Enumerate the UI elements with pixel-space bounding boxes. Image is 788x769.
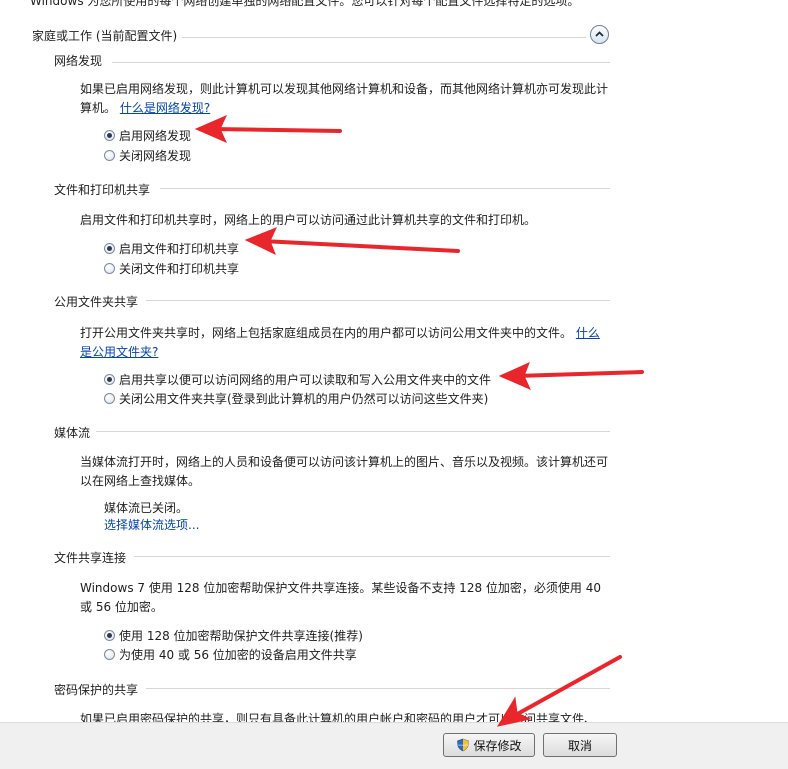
section-title-network-discovery: 网络发现: [54, 54, 103, 68]
radio-128-bit-encryption[interactable]: 使用 128 位加密帮助保护文件共享连接(推荐): [104, 627, 363, 644]
radio-label: 启用共享以便可以访问网络的用户可以读取和写入公用文件夹中的文件: [119, 373, 492, 387]
file-sharing-connections-description: Windows 7 使用 128 位加密帮助保护文件共享连接。某些设备不支持 1…: [80, 581, 601, 614]
radio-unselected-icon[interactable]: [104, 393, 115, 404]
section-title-public-folder-sharing: 公用文件夹共享: [54, 295, 139, 309]
annotation-arrow-public-folder-sharing: [498, 362, 644, 390]
radio-network-discovery-on[interactable]: 启用网络发现: [104, 127, 191, 144]
footer-bar: [0, 722, 788, 769]
section-title-file-printer-sharing: 文件和打印机共享: [54, 183, 151, 197]
radio-public-folder-sharing-on[interactable]: 启用共享以便可以访问网络的用户可以读取和写入公用文件夹中的文件: [104, 371, 491, 388]
section-divider: [146, 688, 610, 689]
annotation-arrow-network-discovery: [194, 115, 342, 143]
section-title-media-streaming: 媒体流: [54, 426, 91, 440]
description-text: 打开公用文件夹共享时，网络上包括家庭组成员在内的用户都可以访问公用文件夹中的文件…: [80, 326, 573, 340]
cancel-button[interactable]: 取消: [543, 733, 617, 757]
section-divider: [96, 431, 610, 432]
radio-40-56-bit-encryption[interactable]: 为使用 40 或 56 位加密的设备启用文件共享: [104, 646, 357, 663]
radio-label: 使用 128 位加密帮助保护文件共享连接(推荐): [119, 629, 363, 643]
cancel-label: 取消: [567, 738, 592, 753]
radio-file-printer-sharing-on[interactable]: 启用文件和打印机共享: [104, 240, 239, 257]
save-changes-button[interactable]: 保存修改: [443, 733, 535, 757]
section-divider: [146, 300, 610, 301]
file-printer-sharing-description: 启用文件和打印机共享时，网络上的用户可以访问通过此计算机共享的文件和打印机。: [80, 213, 537, 227]
radio-selected-icon[interactable]: [104, 243, 115, 254]
radio-label: 为使用 40 或 56 位加密的设备启用文件共享: [119, 648, 357, 662]
chevron-up-icon: [595, 31, 604, 37]
section-title-file-sharing-connections: 文件共享连接: [54, 551, 127, 565]
radio-label: 启用网络发现: [119, 129, 192, 143]
radio-label: 启用文件和打印机共享: [119, 242, 240, 256]
public-folder-sharing-description: 打开公用文件夹共享时，网络上包括家庭组成员在内的用户都可以访问公用文件夹中的文件…: [80, 324, 610, 362]
radio-selected-icon[interactable]: [104, 130, 115, 141]
network-discovery-description: 如果已启用网络发现，则此计算机可以发现其他网络计算机和设备，而其他网络计算机亦可…: [80, 80, 610, 118]
radio-selected-icon[interactable]: [104, 374, 115, 385]
choose-media-streaming-options-link[interactable]: 选择媒体流选项...: [104, 516, 199, 533]
annotation-arrow-file-printer-sharing: [244, 227, 460, 255]
section-divider: [112, 62, 610, 63]
radio-unselected-icon[interactable]: [104, 649, 115, 660]
radio-public-folder-sharing-off[interactable]: 关闭公用文件夹共享(登录到此计算机的用户仍然可以访问这些文件夹): [104, 390, 488, 407]
radio-label: 关闭公用文件夹共享(登录到此计算机的用户仍然可以访问这些文件夹): [119, 392, 489, 406]
collapse-button[interactable]: [590, 25, 609, 44]
intro-text: Windows 为您所使用的每个网络创建单独的网络配置文件。您可以针对每个配置文…: [30, 0, 580, 8]
group-divider: [182, 37, 586, 38]
radio-unselected-icon[interactable]: [104, 150, 115, 161]
radio-network-discovery-off[interactable]: 关闭网络发现: [104, 147, 191, 164]
save-changes-label: 保存修改: [473, 738, 522, 753]
section-divider: [160, 188, 610, 189]
profile-group-title: 家庭或工作 (当前配置文件): [32, 29, 178, 43]
media-streaming-status: 媒体流已关闭。: [104, 501, 189, 515]
radio-file-printer-sharing-off[interactable]: 关闭文件和打印机共享: [104, 260, 239, 277]
radio-selected-icon[interactable]: [104, 630, 115, 641]
uac-shield-icon: [457, 738, 470, 752]
what-is-network-discovery-link[interactable]: 什么是网络发现?: [120, 101, 210, 115]
section-title-password-protected-sharing: 密码保护的共享: [54, 683, 139, 697]
radio-unselected-icon[interactable]: [104, 263, 115, 274]
radio-label: 关闭文件和打印机共享: [119, 262, 240, 276]
section-divider: [134, 556, 610, 557]
radio-label: 关闭网络发现: [119, 149, 192, 163]
media-streaming-description: 当媒体流打开时，网络上的人员和设备便可以访问该计算机上的图片、音乐以及视频。该计…: [80, 455, 609, 488]
